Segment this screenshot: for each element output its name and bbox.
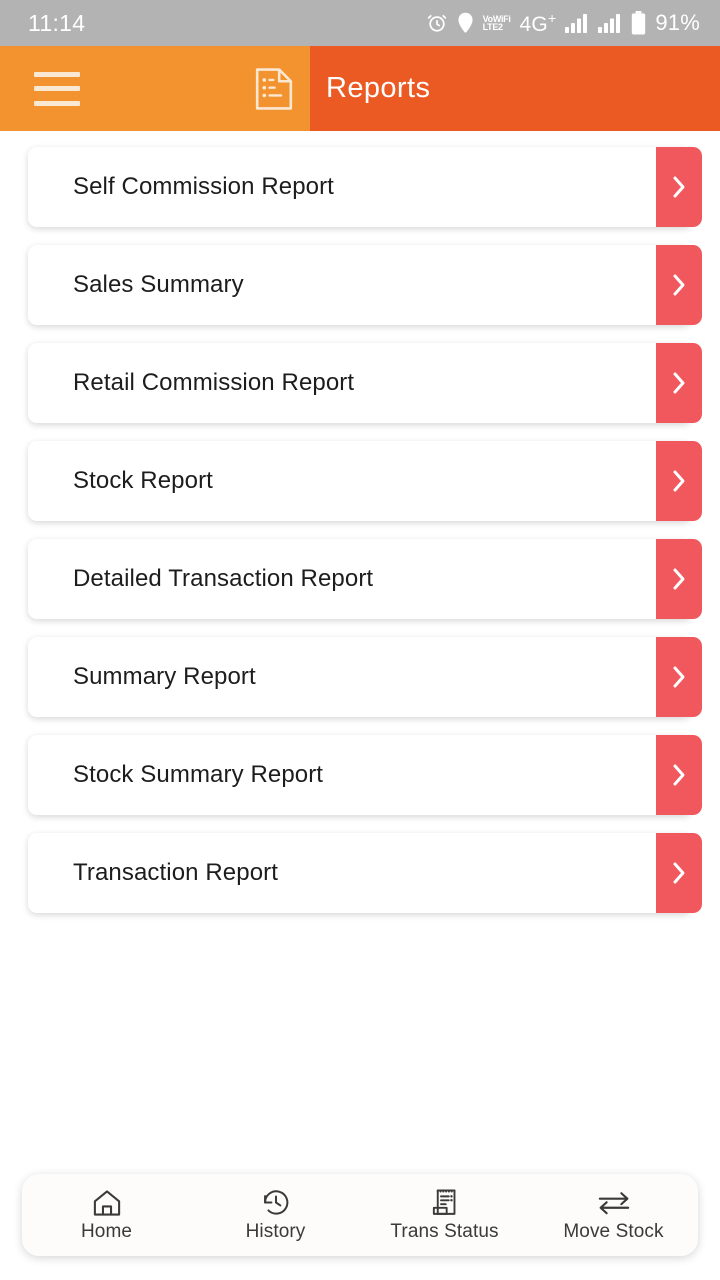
report-card-detailed-transaction[interactable]: Detailed Transaction Report xyxy=(28,539,702,619)
chevron-right-icon[interactable] xyxy=(656,147,702,227)
report-card-label: Stock Report xyxy=(73,467,213,494)
bottom-navigation-bar: Home History Trans Status Move Stock xyxy=(22,1174,698,1256)
report-card-label: Detailed Transaction Report xyxy=(73,565,374,592)
app-bar: Reports xyxy=(0,46,720,131)
nav-item-label: Home xyxy=(80,1220,133,1242)
network-type-label: 4G+ xyxy=(520,10,557,37)
report-card-self-commission[interactable]: Self Commission Report xyxy=(28,147,702,227)
report-card-retail-commission[interactable]: Retail Commission Report xyxy=(28,343,702,423)
report-document-icon xyxy=(254,67,294,111)
exchange-arrows-icon xyxy=(597,1188,631,1218)
nav-item-home[interactable]: Home xyxy=(22,1188,191,1243)
status-bar: 11:14 VoWiFi LTE2 4G+ 91% xyxy=(0,0,720,46)
nav-item-history[interactable]: History xyxy=(191,1188,360,1243)
app-bar-left-section xyxy=(0,46,310,131)
chevron-right-icon[interactable] xyxy=(656,539,702,619)
report-card-label: Retail Commission Report xyxy=(73,369,355,396)
history-clock-icon xyxy=(261,1188,291,1218)
report-card-label: Transaction Report xyxy=(73,859,279,886)
signal-bars-icon-secondary xyxy=(598,13,622,33)
network-base: 4G xyxy=(519,12,548,36)
report-list: Self Commission Report Sales Summary Ret… xyxy=(0,131,720,913)
report-card-summary-report[interactable]: Summary Report xyxy=(28,637,702,717)
report-card-label: Self Commission Report xyxy=(73,173,334,200)
volte-line-2: LTE2 xyxy=(482,22,503,32)
signal-bars-icon xyxy=(565,13,589,33)
chevron-right-icon[interactable] xyxy=(656,833,702,913)
receipt-icon xyxy=(431,1188,459,1218)
location-pin-icon xyxy=(457,12,474,34)
report-card-label: Summary Report xyxy=(73,663,256,690)
report-card-transaction-report[interactable]: Transaction Report xyxy=(28,833,702,913)
report-card-label: Sales Summary xyxy=(73,271,244,298)
status-bar-icons: VoWiFi LTE2 4G+ 91% xyxy=(426,10,700,37)
chevron-right-icon[interactable] xyxy=(656,245,702,325)
report-card-stock-report[interactable]: Stock Report xyxy=(28,441,702,521)
chevron-right-icon[interactable] xyxy=(656,735,702,815)
nav-item-label: History xyxy=(245,1220,306,1242)
chevron-right-icon[interactable] xyxy=(656,441,702,521)
report-card-stock-summary[interactable]: Stock Summary Report xyxy=(28,735,702,815)
status-bar-time: 11:14 xyxy=(28,9,86,36)
hamburger-line-3 xyxy=(34,100,80,106)
hamburger-line-1 xyxy=(34,71,80,77)
report-card-label: Stock Summary Report xyxy=(73,761,324,788)
battery-icon xyxy=(631,11,646,35)
home-icon xyxy=(92,1188,122,1218)
chevron-right-icon[interactable] xyxy=(656,343,702,423)
chevron-right-icon[interactable] xyxy=(656,637,702,717)
nav-item-label: Trans Status xyxy=(390,1220,499,1242)
nav-item-trans-status[interactable]: Trans Status xyxy=(360,1188,529,1243)
app-bar-right-section: Reports xyxy=(310,46,720,131)
hamburger-line-2 xyxy=(34,86,80,91)
nav-item-move-stock[interactable]: Move Stock xyxy=(529,1188,698,1243)
battery-percentage: 91% xyxy=(655,10,700,35)
nav-item-label: Move Stock xyxy=(563,1220,664,1242)
alarm-clock-icon xyxy=(426,12,448,34)
report-card-sales-summary[interactable]: Sales Summary xyxy=(28,245,702,325)
volte-indicator-icon: VoWiFi LTE2 xyxy=(482,14,511,32)
page-title: Reports xyxy=(326,72,431,104)
network-sup: + xyxy=(547,9,557,26)
hamburger-menu-icon[interactable] xyxy=(34,71,80,106)
